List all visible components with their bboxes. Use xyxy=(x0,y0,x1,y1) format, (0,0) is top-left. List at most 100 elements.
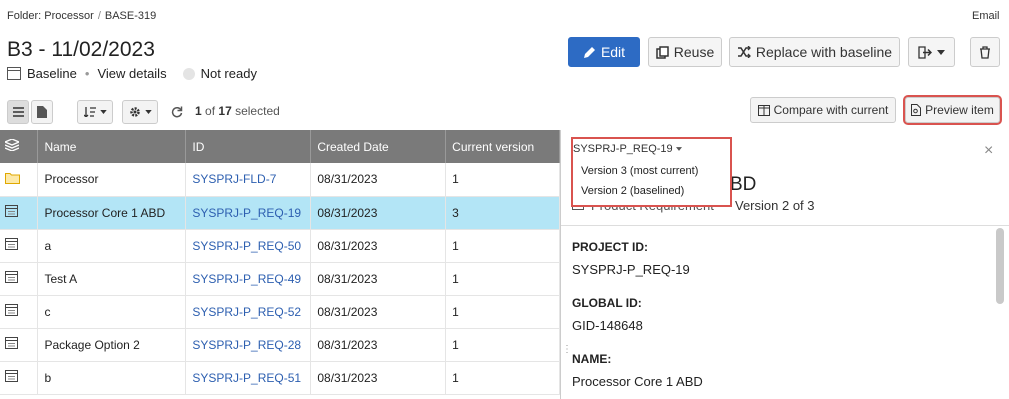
row-current-version: 1 xyxy=(445,262,560,296)
selection-count: 1 of 17 selected xyxy=(195,104,280,118)
caret-down-icon xyxy=(99,110,107,114)
row-id-link[interactable]: SYSPRJ-P_REQ-19 xyxy=(185,196,312,230)
column-name[interactable]: Name xyxy=(37,130,187,163)
settings-dropdown[interactable] xyxy=(122,100,158,124)
row-id-link[interactable]: SYSPRJ-FLD-7 xyxy=(185,163,312,197)
row-name: a xyxy=(37,229,187,263)
row-type-cell xyxy=(0,295,39,329)
table-row[interactable]: Test A SYSPRJ-P_REQ-49 08/31/2023 1 xyxy=(0,262,560,296)
requirement-icon xyxy=(5,304,18,316)
export-icon xyxy=(918,45,932,59)
document-icon xyxy=(37,106,47,118)
preview-label: Preview item xyxy=(925,103,994,117)
row-current-version: 1 xyxy=(445,361,560,395)
row-name: Package Option 2 xyxy=(37,328,187,362)
compare-icon xyxy=(757,104,770,116)
selected-count: 1 xyxy=(195,104,202,118)
row-created-date: 08/31/2023 xyxy=(310,361,447,395)
export-dropdown-button[interactable] xyxy=(908,37,955,67)
row-created-date: 08/31/2023 xyxy=(310,328,447,362)
view-details-link[interactable]: View details xyxy=(97,66,166,81)
refresh-icon xyxy=(171,106,183,118)
baseline-label: Baseline xyxy=(27,66,77,81)
row-current-version: 1 xyxy=(445,229,560,263)
requirement-icon xyxy=(5,238,18,250)
preview-scrollbar[interactable] xyxy=(996,228,1004,304)
row-current-version: 1 xyxy=(445,295,560,329)
document-view-toggle[interactable] xyxy=(31,100,53,124)
table-row[interactable]: Processor Core 1 ABD SYSPRJ-P_REQ-19 08/31… xyxy=(0,196,560,230)
version-option-current[interactable]: Version 3 (most current) xyxy=(581,165,698,177)
version-selector-label: SYSPRJ-P_REQ-19 xyxy=(573,143,673,155)
row-type-cell xyxy=(0,229,39,263)
field-label: PROJECT ID: xyxy=(572,240,649,254)
selected-prefix: of xyxy=(205,104,216,118)
compare-with-current-button[interactable]: Compare with current xyxy=(750,97,896,123)
reuse-button[interactable]: Reuse xyxy=(648,37,722,67)
caret-down-icon xyxy=(675,147,682,151)
table-row[interactable]: a SYSPRJ-P_REQ-50 08/31/2023 1 xyxy=(0,229,560,263)
list-view-toggle[interactable] xyxy=(7,100,29,124)
field-value: Processor Core 1 ABD xyxy=(572,374,703,389)
meta-separator: • xyxy=(84,66,90,81)
status-indicator-icon xyxy=(182,67,195,80)
selected-suffix: selected xyxy=(235,104,280,118)
column-id[interactable]: ID xyxy=(185,130,312,163)
row-current-version: 1 xyxy=(445,328,560,362)
sort-dropdown[interactable] xyxy=(77,100,113,124)
preview-item-button[interactable]: Preview item xyxy=(903,95,1002,125)
version-dropdown[interactable]: SYSPRJ-P_REQ-19 Version 3 (most current)… xyxy=(571,137,732,207)
row-name: b xyxy=(37,361,187,395)
resize-handle-icon[interactable]: ⋮ xyxy=(562,344,572,355)
delete-button[interactable] xyxy=(970,37,1000,67)
row-id-link[interactable]: SYSPRJ-P_REQ-51 xyxy=(185,361,312,395)
requirement-icon xyxy=(5,205,18,217)
edit-button[interactable]: Edit xyxy=(568,37,640,67)
pencil-icon xyxy=(583,46,595,58)
replace-with-baseline-button[interactable]: Replace with baseline xyxy=(729,37,900,67)
baseline-icon xyxy=(7,67,21,80)
copy-icon xyxy=(656,45,669,59)
trash-icon xyxy=(980,45,990,59)
row-current-version: 1 xyxy=(445,163,560,197)
row-current-version: 3 xyxy=(445,196,560,230)
email-link[interactable]: Email xyxy=(972,10,1000,22)
field-label: GLOBAL ID: xyxy=(572,296,642,310)
row-created-date: 08/31/2023 xyxy=(310,196,447,230)
replace-label: Replace with baseline xyxy=(755,44,893,60)
field-value: GID-148648 xyxy=(572,318,643,333)
version-selector[interactable]: SYSPRJ-P_REQ-19 xyxy=(573,143,682,155)
edit-label: Edit xyxy=(600,44,626,60)
table-row[interactable]: b SYSPRJ-P_REQ-51 08/31/2023 1 xyxy=(0,361,560,395)
row-id-link[interactable]: SYSPRJ-P_REQ-49 xyxy=(185,262,312,296)
close-icon[interactable]: × xyxy=(984,142,993,160)
compare-label: Compare with current xyxy=(773,103,889,117)
requirement-icon xyxy=(5,370,18,382)
breadcrumb-folder[interactable]: Folder: Processor xyxy=(7,10,94,22)
column-type[interactable] xyxy=(0,130,39,163)
row-created-date: 08/31/2023 xyxy=(310,295,447,329)
preview-title: BD xyxy=(730,174,757,195)
column-created-date[interactable]: Created Date xyxy=(310,130,447,163)
row-id-link[interactable]: SYSPRJ-P_REQ-28 xyxy=(185,328,312,362)
row-type-cell xyxy=(0,262,39,296)
table-row[interactable]: Processor SYSPRJ-FLD-7 08/31/2023 1 xyxy=(0,163,560,197)
row-id-link[interactable]: SYSPRJ-P_REQ-52 xyxy=(185,295,312,329)
table-row[interactable]: Package Option 2 SYSPRJ-P_REQ-28 08/31/202… xyxy=(0,328,560,362)
refresh-button[interactable] xyxy=(166,100,188,124)
sort-icon xyxy=(83,107,96,117)
row-id-link[interactable]: SYSPRJ-P_REQ-50 xyxy=(185,229,312,263)
column-current-version[interactable]: Current version xyxy=(445,130,560,163)
version-option-baselined[interactable]: Version 2 (baselined) xyxy=(581,185,684,197)
table-header-row: Name ID Created Date Current version xyxy=(0,130,560,163)
preview-document-icon xyxy=(911,104,922,116)
breadcrumb: Folder: Processor / BASE-319 xyxy=(7,10,157,22)
row-created-date: 08/31/2023 xyxy=(310,163,447,197)
row-type-cell xyxy=(0,196,39,230)
items-table: Name ID Created Date Current version Pro… xyxy=(0,130,560,395)
row-type-cell xyxy=(0,328,39,362)
breadcrumb-item[interactable]: BASE-319 xyxy=(105,10,156,22)
list-icon xyxy=(12,107,24,117)
table-row[interactable]: c SYSPRJ-P_REQ-52 08/31/2023 1 xyxy=(0,295,560,329)
requirement-icon xyxy=(5,271,18,283)
